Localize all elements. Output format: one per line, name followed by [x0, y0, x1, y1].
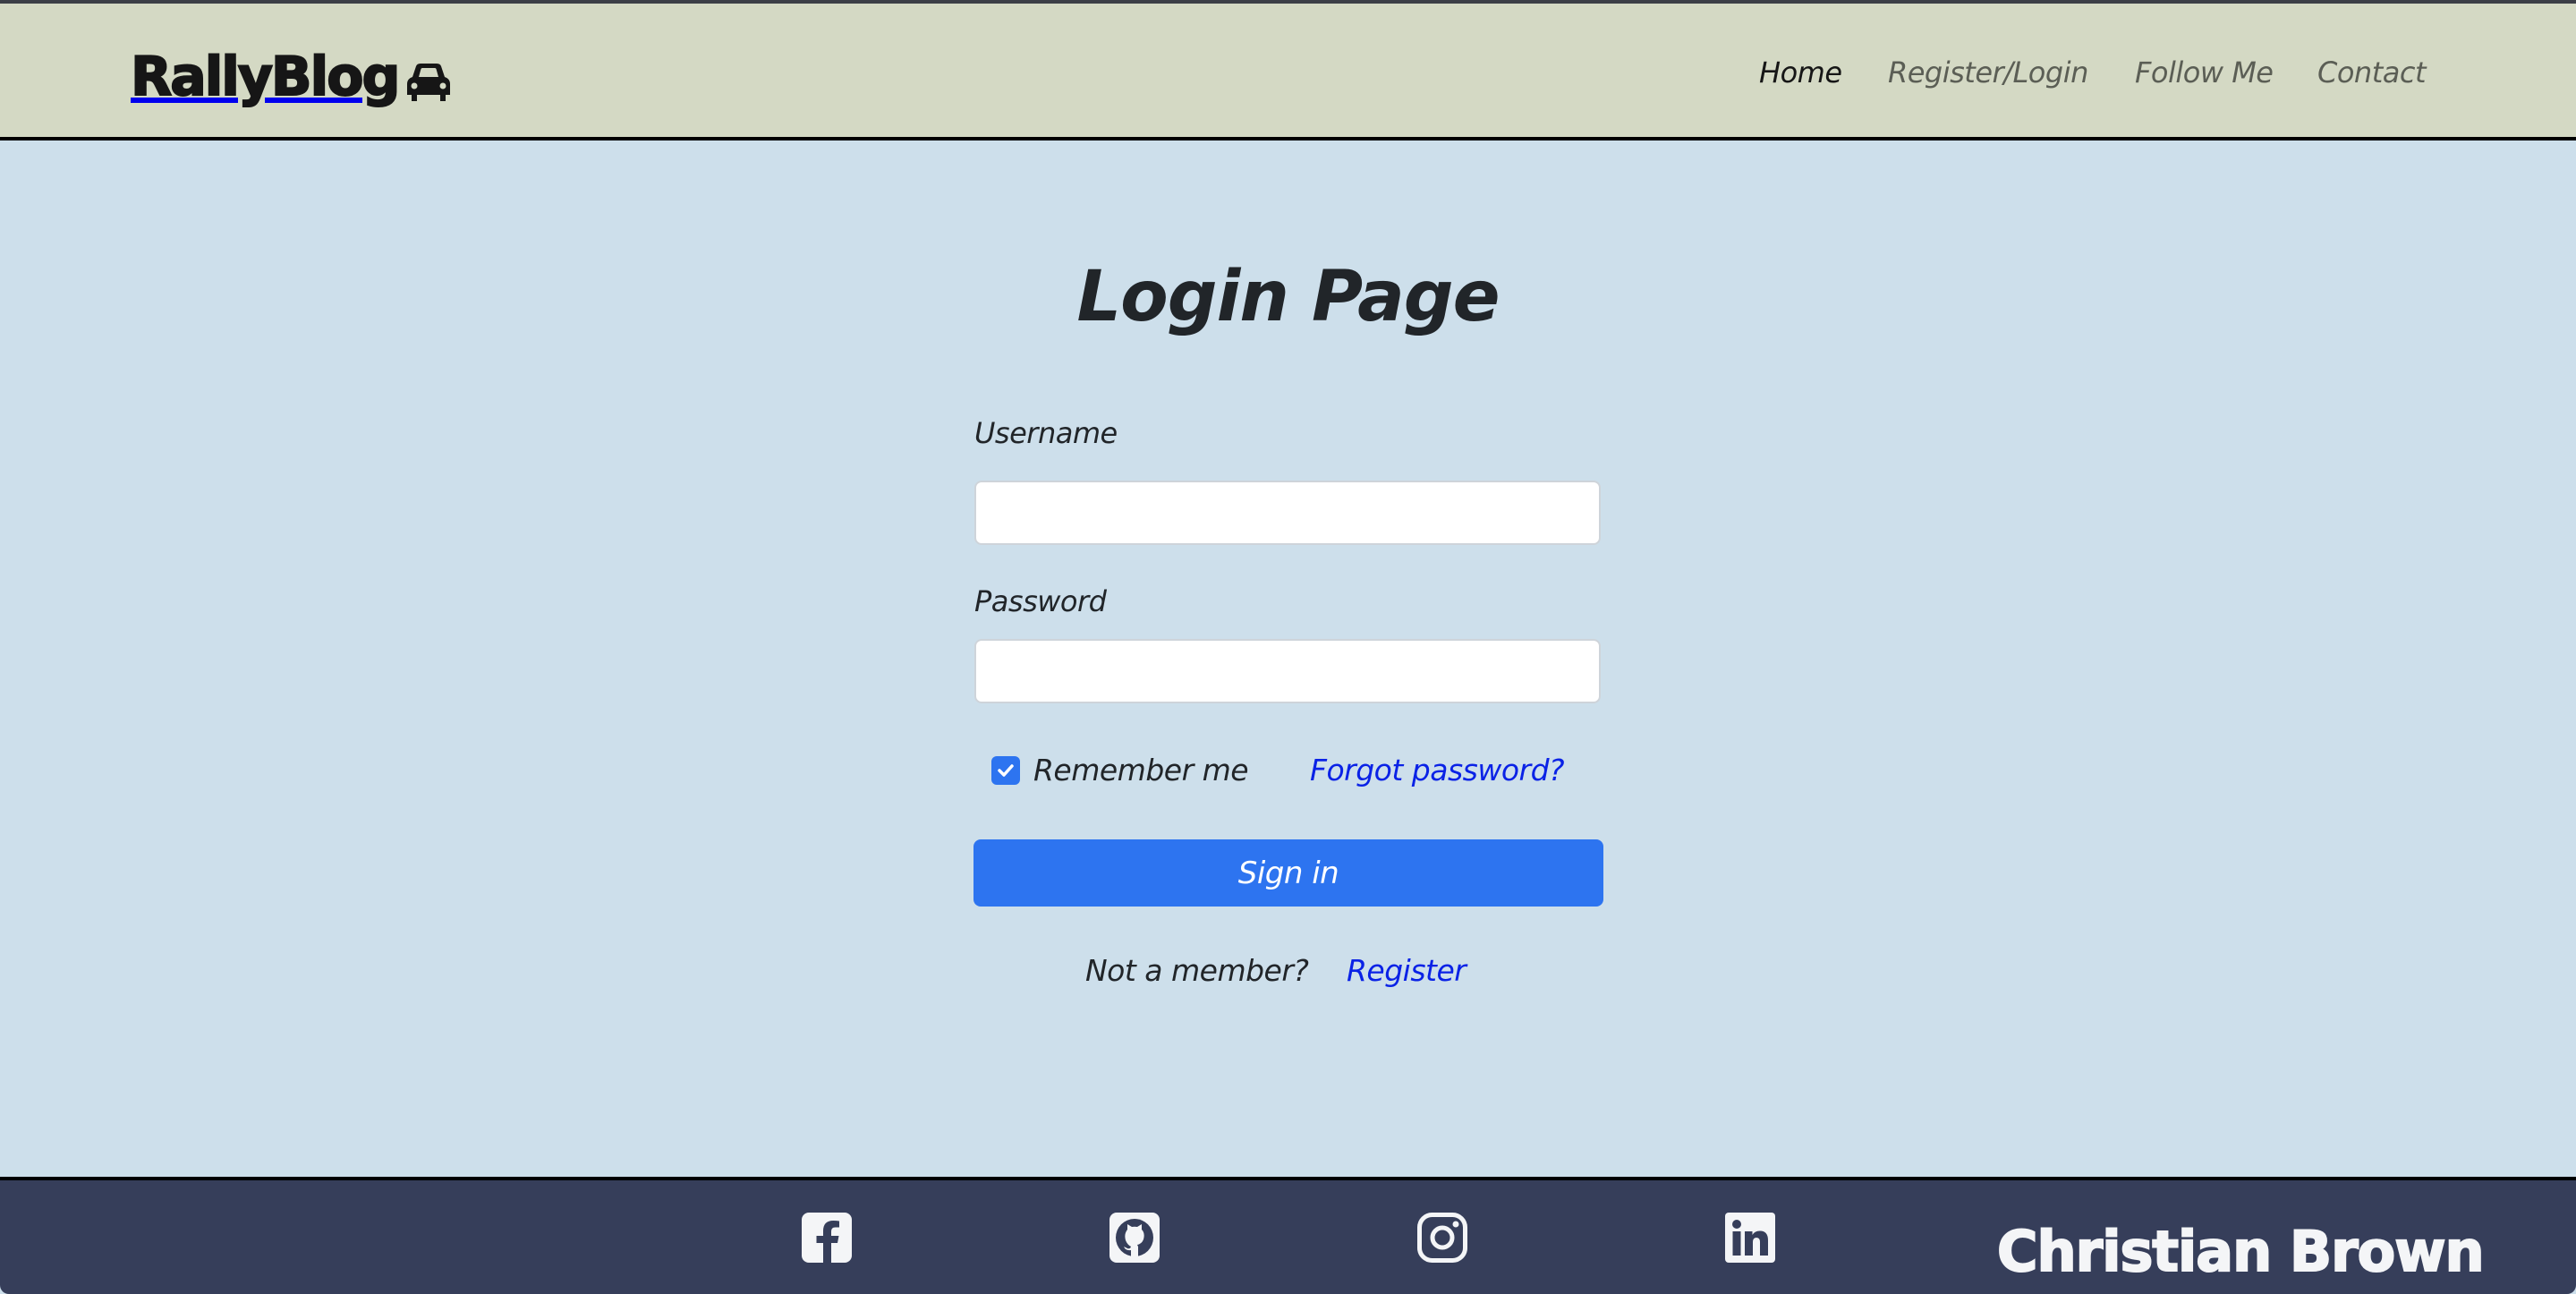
- not-member-text: Not a member?: [1085, 953, 1309, 988]
- github-link[interactable]: [1109, 1213, 1160, 1263]
- nav-follow-me[interactable]: Follow Me: [2135, 50, 2274, 95]
- remember-me-checkbox[interactable]: [991, 756, 1020, 785]
- car-icon: [407, 64, 451, 101]
- linkedin-link[interactable]: [1725, 1213, 1775, 1263]
- checkmark-icon: [998, 764, 1014, 777]
- site-footer: Christian Brown: [0, 1177, 2576, 1294]
- owner-name: Christian Brown: [1996, 1218, 2486, 1285]
- forgot-password-link[interactable]: Forgot password?: [1310, 753, 1565, 788]
- linkedin-icon: [1725, 1213, 1775, 1263]
- instagram-link[interactable]: [1417, 1213, 1467, 1263]
- instagram-icon: [1417, 1213, 1467, 1263]
- username-input[interactable]: [974, 481, 1601, 545]
- logo-text: RallyBlog: [130, 46, 401, 108]
- nav-contact[interactable]: Contact: [2317, 50, 2427, 95]
- password-input[interactable]: [974, 639, 1601, 703]
- username-label: Username: [974, 416, 1118, 450]
- nav-register-login[interactable]: Register/Login: [1888, 50, 2088, 95]
- facebook-icon: [802, 1213, 852, 1263]
- nav-home[interactable]: Home: [1759, 50, 1842, 95]
- password-label: Password: [974, 584, 1107, 618]
- sign-in-button[interactable]: Sign in: [973, 839, 1603, 907]
- page-title: Login Page: [1076, 257, 1500, 337]
- github-icon: [1109, 1213, 1160, 1263]
- register-link[interactable]: Register: [1347, 953, 1467, 989]
- facebook-link[interactable]: [802, 1213, 852, 1263]
- site-header: RallyBlog Home Register/Login Follow Me …: [0, 4, 2576, 140]
- site-logo[interactable]: RallyBlog: [130, 41, 452, 108]
- remember-me-label[interactable]: Remember me: [1033, 753, 1249, 788]
